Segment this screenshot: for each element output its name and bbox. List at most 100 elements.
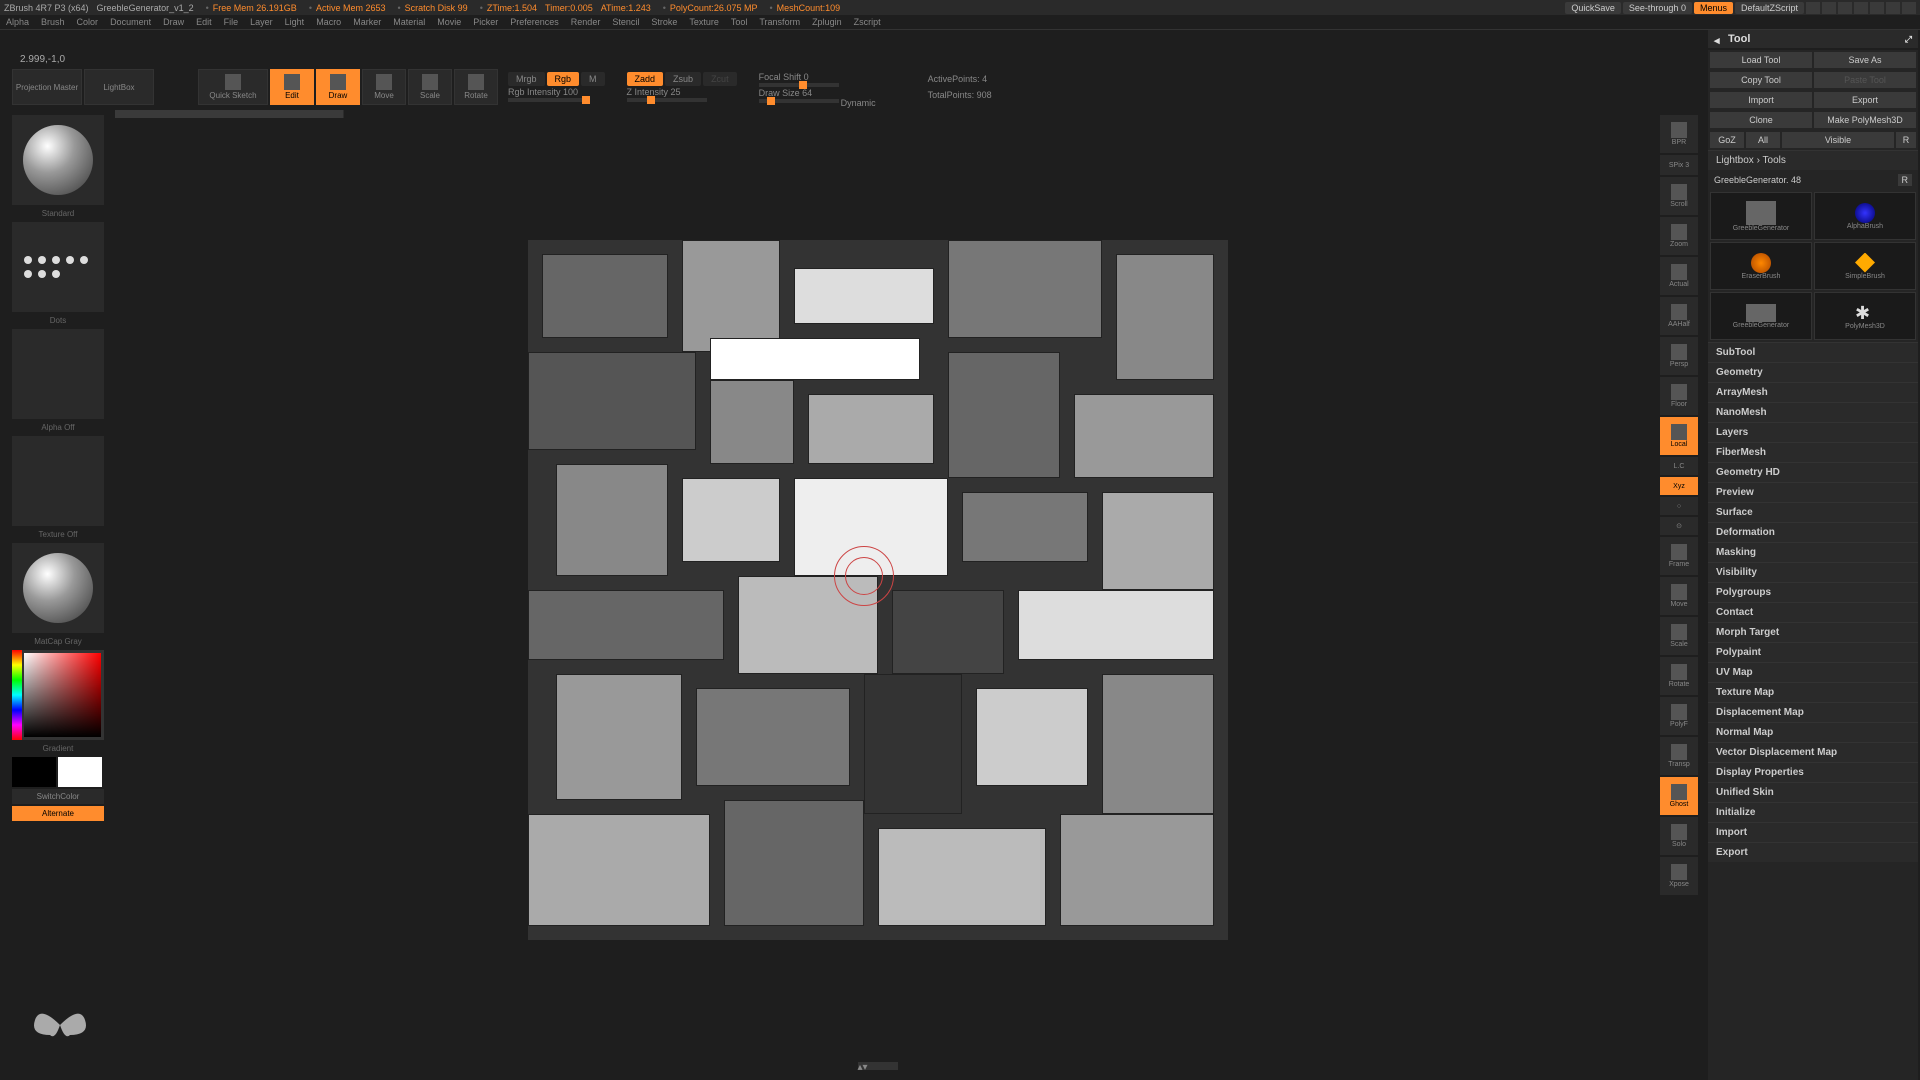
menu-movie[interactable]: Movie	[437, 17, 461, 27]
dynamic-toggle[interactable]: Dynamic	[841, 98, 876, 108]
tool-tile[interactable]: GreebleGenerator	[1710, 292, 1812, 340]
section-surface[interactable]: Surface	[1708, 502, 1918, 522]
lc-button[interactable]: L.C	[1660, 457, 1698, 475]
section-normalmap[interactable]: Normal Map	[1708, 722, 1918, 742]
zoom-button[interactable]: Zoom	[1660, 217, 1698, 255]
section-subtool[interactable]: SubTool	[1708, 342, 1918, 362]
menu-brush[interactable]: Brush	[41, 17, 65, 27]
tool-tile[interactable]: GreebleGenerator	[1710, 192, 1812, 240]
lock-button[interactable]: ⊙	[1660, 517, 1698, 535]
solo-button[interactable]: Solo	[1660, 817, 1698, 855]
rotate-button[interactable]: Rotate	[454, 69, 498, 105]
texture-selector[interactable]	[12, 436, 104, 526]
section-preview[interactable]: Preview	[1708, 482, 1918, 502]
menu-file[interactable]: File	[224, 17, 239, 27]
section-initialize[interactable]: Initialize	[1708, 802, 1918, 822]
rgb-intensity[interactable]: Rgb Intensity 100	[508, 87, 605, 97]
menus-button[interactable]: Menus	[1694, 2, 1733, 14]
focal-shift-slider[interactable]	[759, 83, 839, 87]
xyz-button[interactable]: Xyz	[1660, 477, 1698, 495]
section-fibermesh[interactable]: FiberMesh	[1708, 442, 1918, 462]
menu-zplugin[interactable]: Zplugin	[812, 17, 842, 27]
section-export2[interactable]: Export	[1708, 842, 1918, 862]
tool-r-button[interactable]: R	[1898, 174, 1913, 186]
spix-button[interactable]: SPix 3	[1660, 155, 1698, 175]
defaultscript-button[interactable]: DefaultZScript	[1735, 2, 1804, 14]
canvas-bottom-handle[interactable]: ▴▾	[858, 1062, 898, 1070]
menu-alpha[interactable]: Alpha	[6, 17, 29, 27]
viewport[interactable]	[528, 240, 1228, 940]
section-polygroups[interactable]: Polygroups	[1708, 582, 1918, 602]
window-icon[interactable]	[1854, 2, 1868, 14]
lightbox-tools-link[interactable]: Lightbox › Tools	[1708, 150, 1918, 170]
tool-panel-title[interactable]: ◂ Tool ⤢	[1708, 30, 1918, 48]
goz-r-button[interactable]: R	[1896, 132, 1916, 148]
rgb-button[interactable]: Rgb	[547, 72, 580, 86]
section-polypaint[interactable]: Polypaint	[1708, 642, 1918, 662]
section-masking[interactable]: Masking	[1708, 542, 1918, 562]
maximize-icon[interactable]	[1886, 2, 1900, 14]
load-tool-button[interactable]: Load Tool	[1710, 52, 1812, 68]
switchcolor-button[interactable]: SwitchColor	[12, 789, 104, 804]
tool-tile[interactable]: ✱PolyMesh3D	[1814, 292, 1916, 340]
menu-render[interactable]: Render	[571, 17, 601, 27]
export-button[interactable]: Export	[1814, 92, 1916, 108]
menu-preferences[interactable]: Preferences	[510, 17, 559, 27]
section-texturemap[interactable]: Texture Map	[1708, 682, 1918, 702]
z-intensity[interactable]: Z Intensity 25	[627, 87, 737, 97]
section-geometryhd[interactable]: Geometry HD	[1708, 462, 1918, 482]
nav-rotate-button[interactable]: Rotate	[1660, 657, 1698, 695]
section-visibility[interactable]: Visibility	[1708, 562, 1918, 582]
menu-stencil[interactable]: Stencil	[612, 17, 639, 27]
nav-move-button[interactable]: Move	[1660, 577, 1698, 615]
zcut-button[interactable]: Zcut	[703, 72, 737, 86]
canvas-area[interactable]: ▴▾	[115, 110, 1640, 1070]
transp-button[interactable]: Transp	[1660, 737, 1698, 775]
tool-tile[interactable]: SimpleBrush	[1814, 242, 1916, 290]
mrgb-button[interactable]: Mrgb	[508, 72, 545, 86]
menu-material[interactable]: Material	[393, 17, 425, 27]
section-arraymesh[interactable]: ArrayMesh	[1708, 382, 1918, 402]
seethrough-button[interactable]: See-through 0	[1623, 2, 1692, 14]
copy-tool-button[interactable]: Copy Tool	[1710, 72, 1812, 88]
quicksave-button[interactable]: QuickSave	[1565, 2, 1621, 14]
draw-size-slider[interactable]	[759, 99, 839, 103]
color-picker[interactable]	[12, 650, 104, 740]
gradient-label[interactable]: Gradient	[12, 742, 104, 755]
quicksketch-button[interactable]: Quick Sketch	[198, 69, 268, 105]
menu-transform[interactable]: Transform	[759, 17, 800, 27]
stroke-selector[interactable]	[12, 222, 104, 312]
move-button[interactable]: Move	[362, 69, 406, 105]
aahalf-button[interactable]: AAHalf	[1660, 297, 1698, 335]
alternate-button[interactable]: Alternate	[12, 806, 104, 821]
hue-strip[interactable]	[12, 650, 22, 740]
menu-marker[interactable]: Marker	[353, 17, 381, 27]
local-button[interactable]: Local	[1660, 417, 1698, 455]
xpose-button[interactable]: Xpose	[1660, 857, 1698, 895]
nav-scale-button[interactable]: Scale	[1660, 617, 1698, 655]
menu-light[interactable]: Light	[285, 17, 305, 27]
section-deformation[interactable]: Deformation	[1708, 522, 1918, 542]
material-selector[interactable]	[12, 543, 104, 633]
polyf-button[interactable]: PolyF	[1660, 697, 1698, 735]
projection-master-button[interactable]: Projection Master	[12, 69, 82, 105]
saturation-value-area[interactable]	[24, 653, 101, 737]
section-import2[interactable]: Import	[1708, 822, 1918, 842]
save-as-button[interactable]: Save As	[1814, 52, 1916, 68]
close-icon[interactable]	[1902, 2, 1916, 14]
window-icon[interactable]	[1822, 2, 1836, 14]
frame-button[interactable]: Frame	[1660, 537, 1698, 575]
scale-button[interactable]: Scale	[408, 69, 452, 105]
edit-button[interactable]: Edit	[270, 69, 314, 105]
main-color-swatch[interactable]	[12, 757, 56, 787]
menu-picker[interactable]: Picker	[473, 17, 498, 27]
clone-button[interactable]: Clone	[1710, 112, 1812, 128]
brush-selector[interactable]	[12, 115, 104, 205]
persp-button[interactable]: Persp	[1660, 337, 1698, 375]
rgb-intensity-slider[interactable]	[508, 98, 588, 102]
window-icon[interactable]	[1806, 2, 1820, 14]
tool-tile[interactable]: EraserBrush	[1710, 242, 1812, 290]
section-layers[interactable]: Layers	[1708, 422, 1918, 442]
menu-stroke[interactable]: Stroke	[651, 17, 677, 27]
menu-layer[interactable]: Layer	[250, 17, 273, 27]
